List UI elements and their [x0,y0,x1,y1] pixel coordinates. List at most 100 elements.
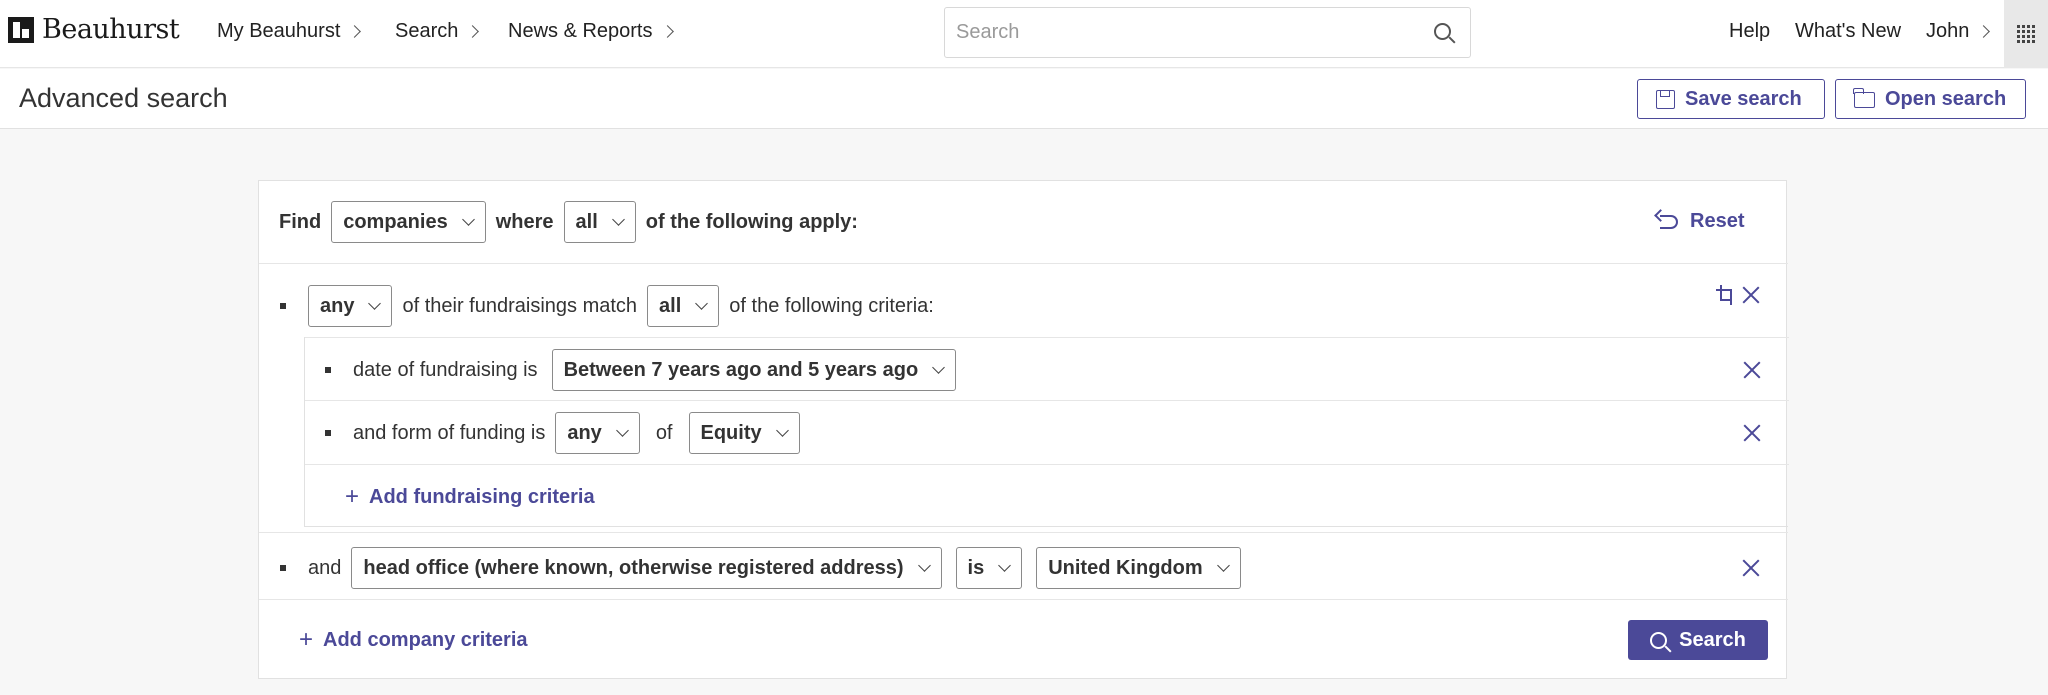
criterion-date-row: date of fundraising is Between 7 years a… [325,349,957,391]
nav-my-beauhurst[interactable]: My Beauhurst [217,20,362,43]
logo-text: Beauhurst [42,14,180,45]
undo-icon [1660,214,1678,229]
funding-type-value: Equity [700,421,762,444]
nav-search-label: Search [395,20,459,42]
bullet [280,303,286,309]
chevron-down-icon [1216,559,1230,572]
divider [305,337,1789,338]
app-grid-button[interactable] [2004,0,2048,68]
chevron-down-icon [932,361,946,374]
of-label: of [655,421,673,444]
close-icon[interactable] [1741,558,1761,578]
top-navigation: Beauhurst My Beauhurst Search News & Rep… [0,0,2048,68]
criterion-funding-label: and form of funding is [353,421,546,444]
group-suffix: of the following criteria: [729,294,934,317]
bullet [325,367,331,373]
find-row: Find companies where all of the followin… [279,201,858,243]
fundraising-group-row: any of their fundraisings match all of t… [280,285,934,327]
group-quantifier-value: any [320,294,355,317]
divider [259,532,1788,533]
chevron-down-icon [998,559,1012,572]
match-mode-select[interactable]: all [563,201,636,243]
country-select[interactable]: United Kingdom [1036,547,1241,589]
nav-news-reports-label: News & Reports [508,20,653,42]
global-search [944,7,1471,58]
date-range-select[interactable]: Between 7 years ago and 5 years ago [551,349,957,391]
search-icon [1650,631,1668,649]
chevron-down-icon [615,424,629,437]
operator-select[interactable]: is [955,547,1023,589]
chevron-down-icon [695,297,709,310]
add-company-criteria-label: Add company criteria [323,628,528,651]
crop-icon[interactable] [1716,285,1734,305]
page-header: Advanced search Save search Open search [0,69,2048,129]
company-field-value: head office (where known, otherwise regi… [363,556,904,579]
chevron-down-icon [775,424,789,437]
logo-mark-icon [8,16,34,43]
reset-label: Reset [1690,210,1745,232]
nav-user-label: John [1926,20,1970,42]
global-search-input[interactable] [945,8,1415,57]
open-search-label: Open search [1885,87,2007,110]
funding-type-select[interactable]: Equity [688,412,800,454]
chevron-down-icon [368,297,382,310]
chevron-down-icon [611,213,625,226]
nav-whats-new-label: What's New [1795,20,1902,42]
group-match-mode-select[interactable]: all [647,285,720,327]
fundraising-criteria-box: date of fundraising is Between 7 years a… [304,337,1789,527]
page-title: Advanced search [19,83,228,113]
add-company-criteria-button[interactable]: + Add company criteria [299,628,528,652]
country-value: United Kingdom [1048,556,1203,579]
add-fundraising-criteria-label: Add fundraising criteria [369,485,595,508]
search-button[interactable]: Search [1628,620,1768,660]
date-range-value: Between 7 years ago and 5 years ago [563,358,919,381]
divider [305,464,1789,465]
bullet [325,430,331,436]
and-label: and [308,556,342,579]
criterion-date-label: date of fundraising is [353,358,538,381]
funding-quantifier-value: any [567,421,602,444]
save-search-label: Save search [1685,87,1802,110]
search-button-label: Search [1679,628,1746,651]
chevron-right-icon [466,25,480,38]
divider [305,400,1789,401]
close-icon[interactable] [1741,285,1761,305]
operator-value: is [967,556,985,579]
nav-news-reports[interactable]: News & Reports [508,20,674,43]
add-fundraising-criteria-button[interactable]: + Add fundraising criteria [345,485,595,509]
entity-select-value: companies [343,210,448,233]
funding-quantifier-select[interactable]: any [555,412,640,454]
chevron-down-icon [917,559,931,572]
entity-select[interactable]: companies [331,201,486,243]
nav-whats-new[interactable]: What's New [1795,20,1901,43]
chevron-right-icon [1977,25,1991,38]
chevron-down-icon [461,213,475,226]
plus-icon: + [299,626,314,653]
open-search-button[interactable]: Open search [1835,79,2026,119]
close-icon[interactable] [1742,423,1762,443]
grid-icon [2017,25,2035,43]
company-criterion-row: and head office (where known, otherwise … [280,547,1241,589]
close-icon[interactable] [1742,360,1762,380]
group-text: of their fundraisings match [402,294,638,317]
nav-my-beauhurst-label: My Beauhurst [217,20,341,42]
apply-label: of the following apply: [645,210,858,233]
divider [259,599,1788,600]
nav-user-menu[interactable]: John [1926,20,1991,43]
search-icon[interactable] [1434,23,1451,40]
reset-button[interactable]: Reset [1660,210,1744,233]
company-field-select[interactable]: head office (where known, otherwise regi… [351,547,942,589]
group-match-mode-value: all [659,294,682,317]
match-mode-value: all [575,210,598,233]
nav-search[interactable]: Search [395,20,480,43]
nav-help[interactable]: Help [1729,20,1770,43]
find-label: Find [279,210,322,233]
save-search-button[interactable]: Save search [1637,79,1825,119]
group-quantifier-select[interactable]: any [308,285,393,327]
beauhurst-logo[interactable]: Beauhurst [8,14,180,45]
criterion-funding-row: and form of funding is any of Equity [325,412,800,454]
divider [259,263,1788,264]
search-builder: Find companies where all of the followin… [258,180,1789,679]
chevron-right-icon [660,25,674,38]
chevron-right-icon [348,25,362,38]
